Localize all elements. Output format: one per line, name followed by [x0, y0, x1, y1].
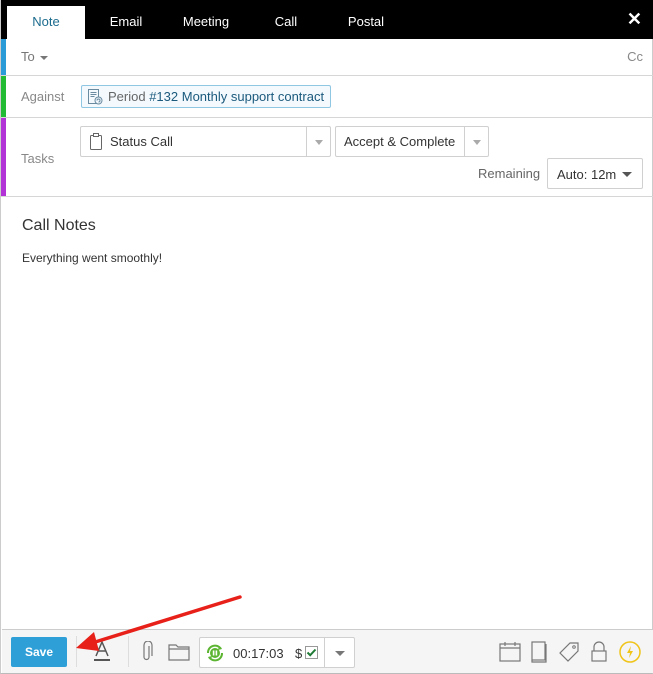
to-dropdown[interactable]: To — [21, 49, 48, 64]
pill-type: Period — [108, 89, 146, 104]
book-icon[interactable] — [530, 641, 548, 663]
pill-name: #132 Monthly support contract — [149, 89, 325, 104]
caret-down-icon — [622, 172, 632, 177]
tab-postal[interactable]: Postal — [335, 6, 397, 39]
note-composer: Note Email Meeting Call Postal ✕ To Cc A… — [0, 0, 653, 674]
tab-bar: Note Email Meeting Call Postal ✕ — [1, 0, 653, 39]
divider — [128, 636, 129, 667]
timer-value: 00:17:03 — [233, 646, 284, 661]
against-color-bar — [1, 76, 6, 117]
text-format-icon[interactable] — [92, 640, 112, 662]
billable-label: $ — [295, 646, 303, 661]
remaining-select-value: Auto: 12m — [557, 167, 617, 182]
tab-email[interactable]: Email — [95, 6, 157, 39]
attachment-icon[interactable] — [140, 641, 154, 663]
task-select[interactable]: Status Call — [80, 126, 331, 157]
remaining-select[interactable]: Auto: 12m — [547, 158, 643, 189]
note-text: Everything went smoothly! — [22, 251, 163, 265]
note-heading: Call Notes — [22, 217, 96, 234]
to-row: To Cc — [1, 39, 653, 76]
tab-meeting[interactable]: Meeting — [171, 6, 241, 39]
clipboard-icon — [90, 133, 102, 150]
pause-timer-icon[interactable] — [205, 643, 225, 663]
note-editor[interactable]: Call Notes Everything went smoothly! — [2, 197, 652, 629]
action-select-caret-icon[interactable] — [464, 127, 488, 156]
period-icon — [88, 89, 103, 105]
lightning-icon[interactable] — [618, 640, 642, 664]
tab-call[interactable]: Call — [261, 6, 311, 39]
against-label: Against — [21, 89, 65, 104]
against-row: Against Period #132 Monthly support cont… — [1, 76, 653, 118]
timer-options-dropdown[interactable] — [324, 638, 354, 667]
footer-toolbar: Save 00:17:03 $ — [2, 629, 653, 673]
to-label: To — [21, 49, 35, 64]
to-color-bar — [1, 39, 6, 75]
cc-link[interactable]: Cc — [627, 49, 643, 64]
calendar-icon[interactable] — [499, 641, 521, 663]
billable-checkbox[interactable] — [305, 646, 318, 659]
checkmark-icon — [306, 648, 317, 657]
tab-note[interactable]: Note — [7, 6, 85, 39]
lock-icon[interactable] — [591, 641, 607, 663]
folder-icon[interactable] — [168, 643, 190, 661]
caret-down-icon — [39, 55, 48, 60]
task-select-value: Status Call — [110, 134, 173, 149]
remaining-label: Remaining — [478, 166, 541, 181]
tasks-color-bar — [1, 118, 6, 196]
action-select[interactable]: Accept & Complete — [335, 126, 489, 157]
close-icon[interactable]: ✕ — [627, 9, 642, 29]
time-tracker: 00:17:03 $ — [199, 637, 355, 668]
save-button[interactable]: Save — [11, 637, 67, 667]
action-select-value: Accept & Complete — [344, 134, 456, 149]
against-period-pill[interactable]: Period #132 Monthly support contract — [81, 85, 332, 108]
tasks-label: Tasks — [21, 151, 55, 166]
tag-icon[interactable] — [558, 641, 580, 663]
tasks-row: Tasks Status Call Accept & Complete Rema… — [1, 118, 653, 197]
task-select-caret-icon[interactable] — [306, 127, 330, 156]
divider — [76, 636, 77, 667]
